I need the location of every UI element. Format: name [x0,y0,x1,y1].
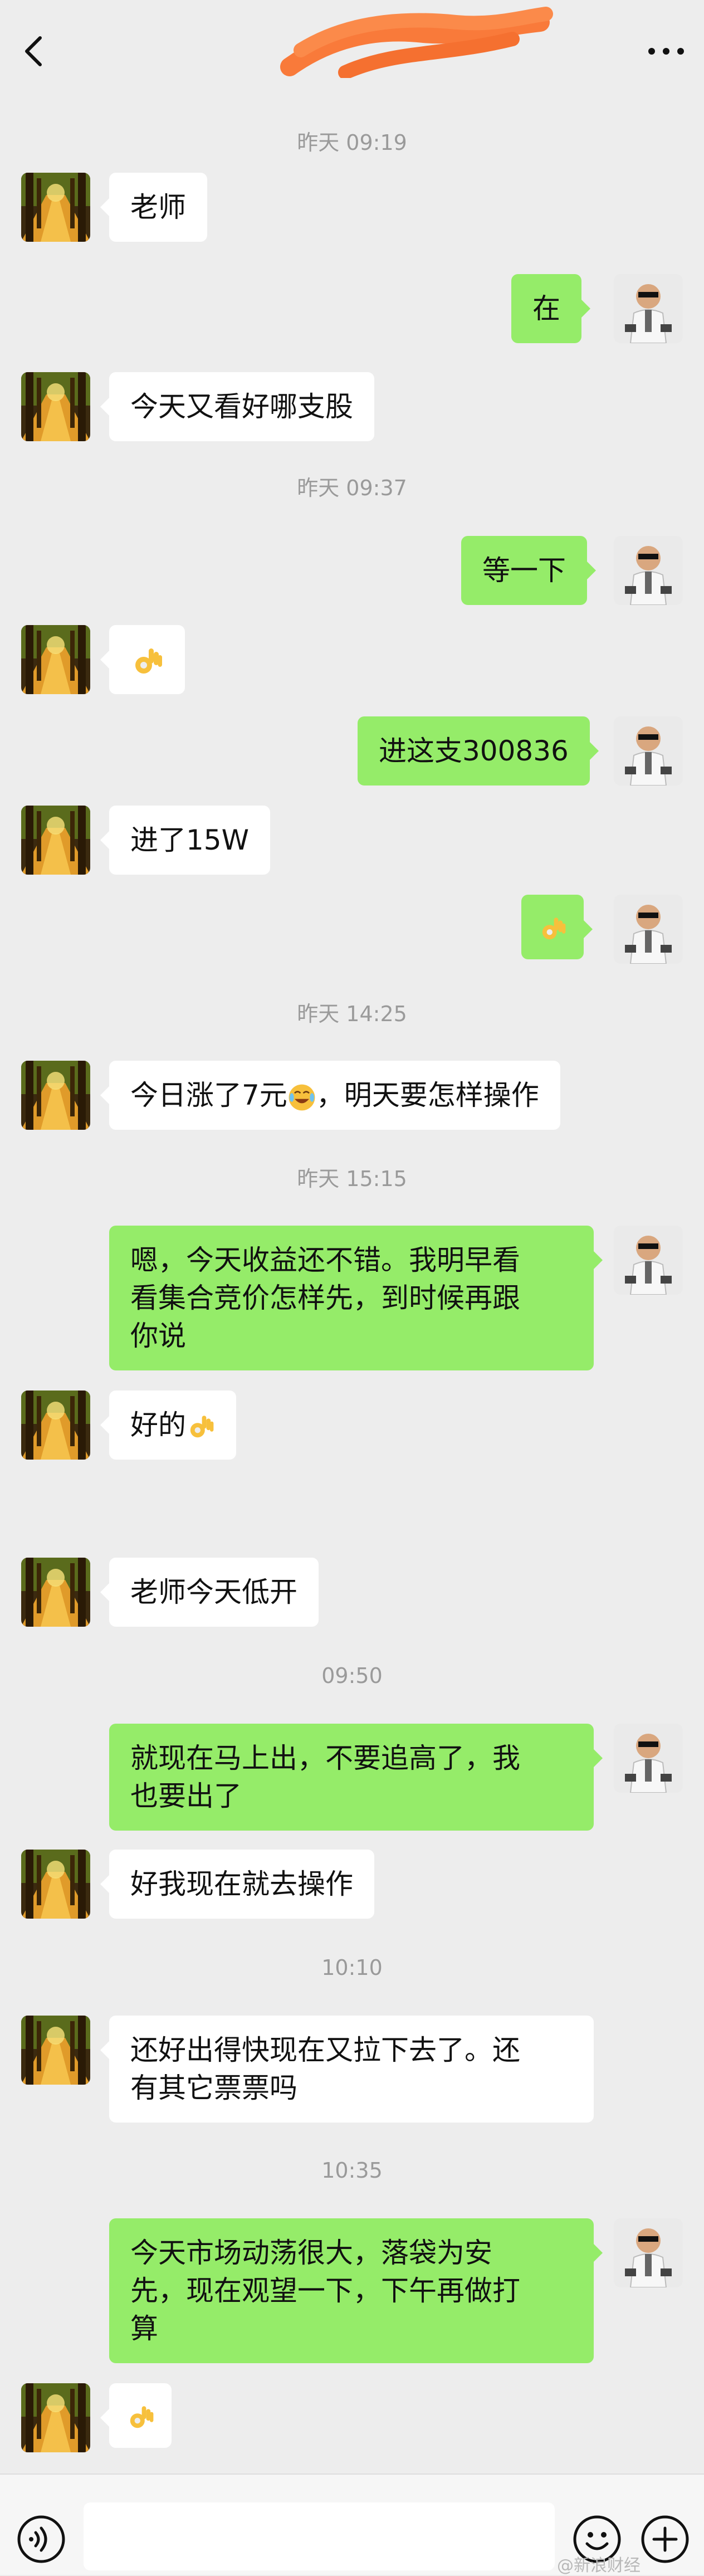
chevron-left-icon[interactable] [21,35,46,68]
contact-avatar[interactable] [21,625,90,694]
message-bubble-incoming[interactable]: 老师今天低开 [100,1558,319,1627]
message-text: 进这支300836 [379,735,569,767]
timestamp: 10:35 [321,2158,383,2183]
message-text-line: 算 [130,2312,158,2345]
message-text-line: 看集合竞价怎样先，到时候再跟 [130,1282,520,1314]
message-bubble-outgoing[interactable] [521,895,593,959]
message-text-line: 先，现在观望一下，下午再做打 [130,2275,520,2307]
ok-hand-emoji-icon [126,2403,155,2432]
timestamp: 昨天 09:37 [297,476,407,500]
message-bubble-incoming[interactable]: 今日涨了7元 ，明天要怎样操作 [100,1061,560,1130]
plus-icon[interactable] [641,2515,690,2564]
timestamp: 昨天 14:25 [297,1002,407,1026]
message-bubble-incoming[interactable]: 好的 [100,1391,236,1460]
message-text: 老师 [130,191,186,223]
user-avatar[interactable] [614,2218,683,2287]
redacted-title-scribble-icon [280,7,553,78]
message-bubble-outgoing[interactable]: 等一下 [461,536,596,605]
contact-avatar[interactable] [21,806,90,875]
timestamp: 09:50 [321,1663,383,1688]
message-bubble-incoming[interactable] [100,2383,172,2448]
user-avatar[interactable] [614,274,683,343]
message-text-line: 今天市场动荡很大，落袋为安 [130,2237,492,2269]
ellipsis-icon[interactable] [646,45,686,58]
message-bubble-incoming[interactable] [100,625,185,694]
message-bubble-outgoing[interactable]: 在 [511,274,590,343]
message-text-line: 嗯，今天收益还不错。我明早看 [130,1244,520,1276]
voice-icon[interactable] [17,2515,66,2564]
timestamp: 昨天 09:19 [297,130,407,155]
message-input[interactable] [84,2502,555,2570]
message-text: ，明天要怎样操作 [316,1079,539,1111]
laughing-tears-emoji-icon [287,1083,316,1112]
message-bubble-incoming[interactable]: 好我现在就去操作 [100,1850,374,1919]
contact-avatar[interactable] [21,1391,90,1460]
contact-avatar[interactable] [21,372,90,441]
message-text: 等一下 [482,554,566,587]
message-text-line: 有其它票票吗 [130,2072,297,2104]
ok-hand-emoji-icon [130,645,164,679]
user-avatar[interactable] [614,716,683,786]
ok-hand-emoji-icon [186,1413,215,1442]
timestamp: 10:10 [321,1955,383,1980]
title-bar [0,0,704,95]
message-text: 今日涨了7元 [130,1079,287,1111]
user-avatar[interactable] [614,536,683,605]
message-text: 进了15W [130,824,250,856]
message-text: 好我现在就去操作 [130,1868,353,1900]
user-avatar[interactable] [614,895,683,964]
contact-avatar[interactable] [21,173,90,242]
timestamp: 昨天 15:15 [297,1167,407,1191]
message-bubble-outgoing[interactable]: 进这支300836 [358,716,599,786]
message-text-line: 还好出得快现在又拉下去了。还 [130,2034,520,2066]
message-text-line: 就现在马上出，不要追高了，我 [130,1742,520,1774]
user-avatar[interactable] [614,1226,683,1295]
message-text: 今天又看好哪支股 [130,391,353,423]
contact-avatar[interactable] [21,2016,90,2085]
contact-avatar[interactable] [21,1061,90,1130]
message-bubble-incoming[interactable]: 还好出得快现在又拉下去了。还 有其它票票吗 [100,2016,594,2123]
message-text-line: 你说 [130,1320,186,1352]
message-bubble-outgoing[interactable]: 就现在马上出，不要追高了，我 也要出了 [109,1724,603,1831]
message-text: 好的 [130,1409,186,1441]
contact-avatar[interactable] [21,1558,90,1627]
message-bubble-incoming[interactable]: 今天又看好哪支股 [100,372,374,441]
message-bubble-incoming[interactable]: 老师 [100,173,207,242]
ok-hand-emoji-icon [538,915,567,944]
user-avatar[interactable] [614,1724,683,1793]
message-text: 老师今天低开 [130,1576,297,1608]
message-bubble-outgoing[interactable]: 今天市场动荡很大，落袋为安 先，现在观望一下，下午再做打 算 [109,2218,603,2363]
contact-avatar[interactable] [21,1850,90,1919]
contact-avatar[interactable] [21,2383,90,2452]
message-bubble-outgoing[interactable]: 嗯，今天收益还不错。我明早看 看集合竞价怎样先，到时候再跟 你说 [109,1226,603,1370]
message-bubble-incoming[interactable]: 进了15W [100,806,271,875]
watermark: @新浪财经 [557,2556,641,2575]
message-text-line: 也要出了 [130,1780,242,1812]
message-text: 在 [532,292,560,325]
